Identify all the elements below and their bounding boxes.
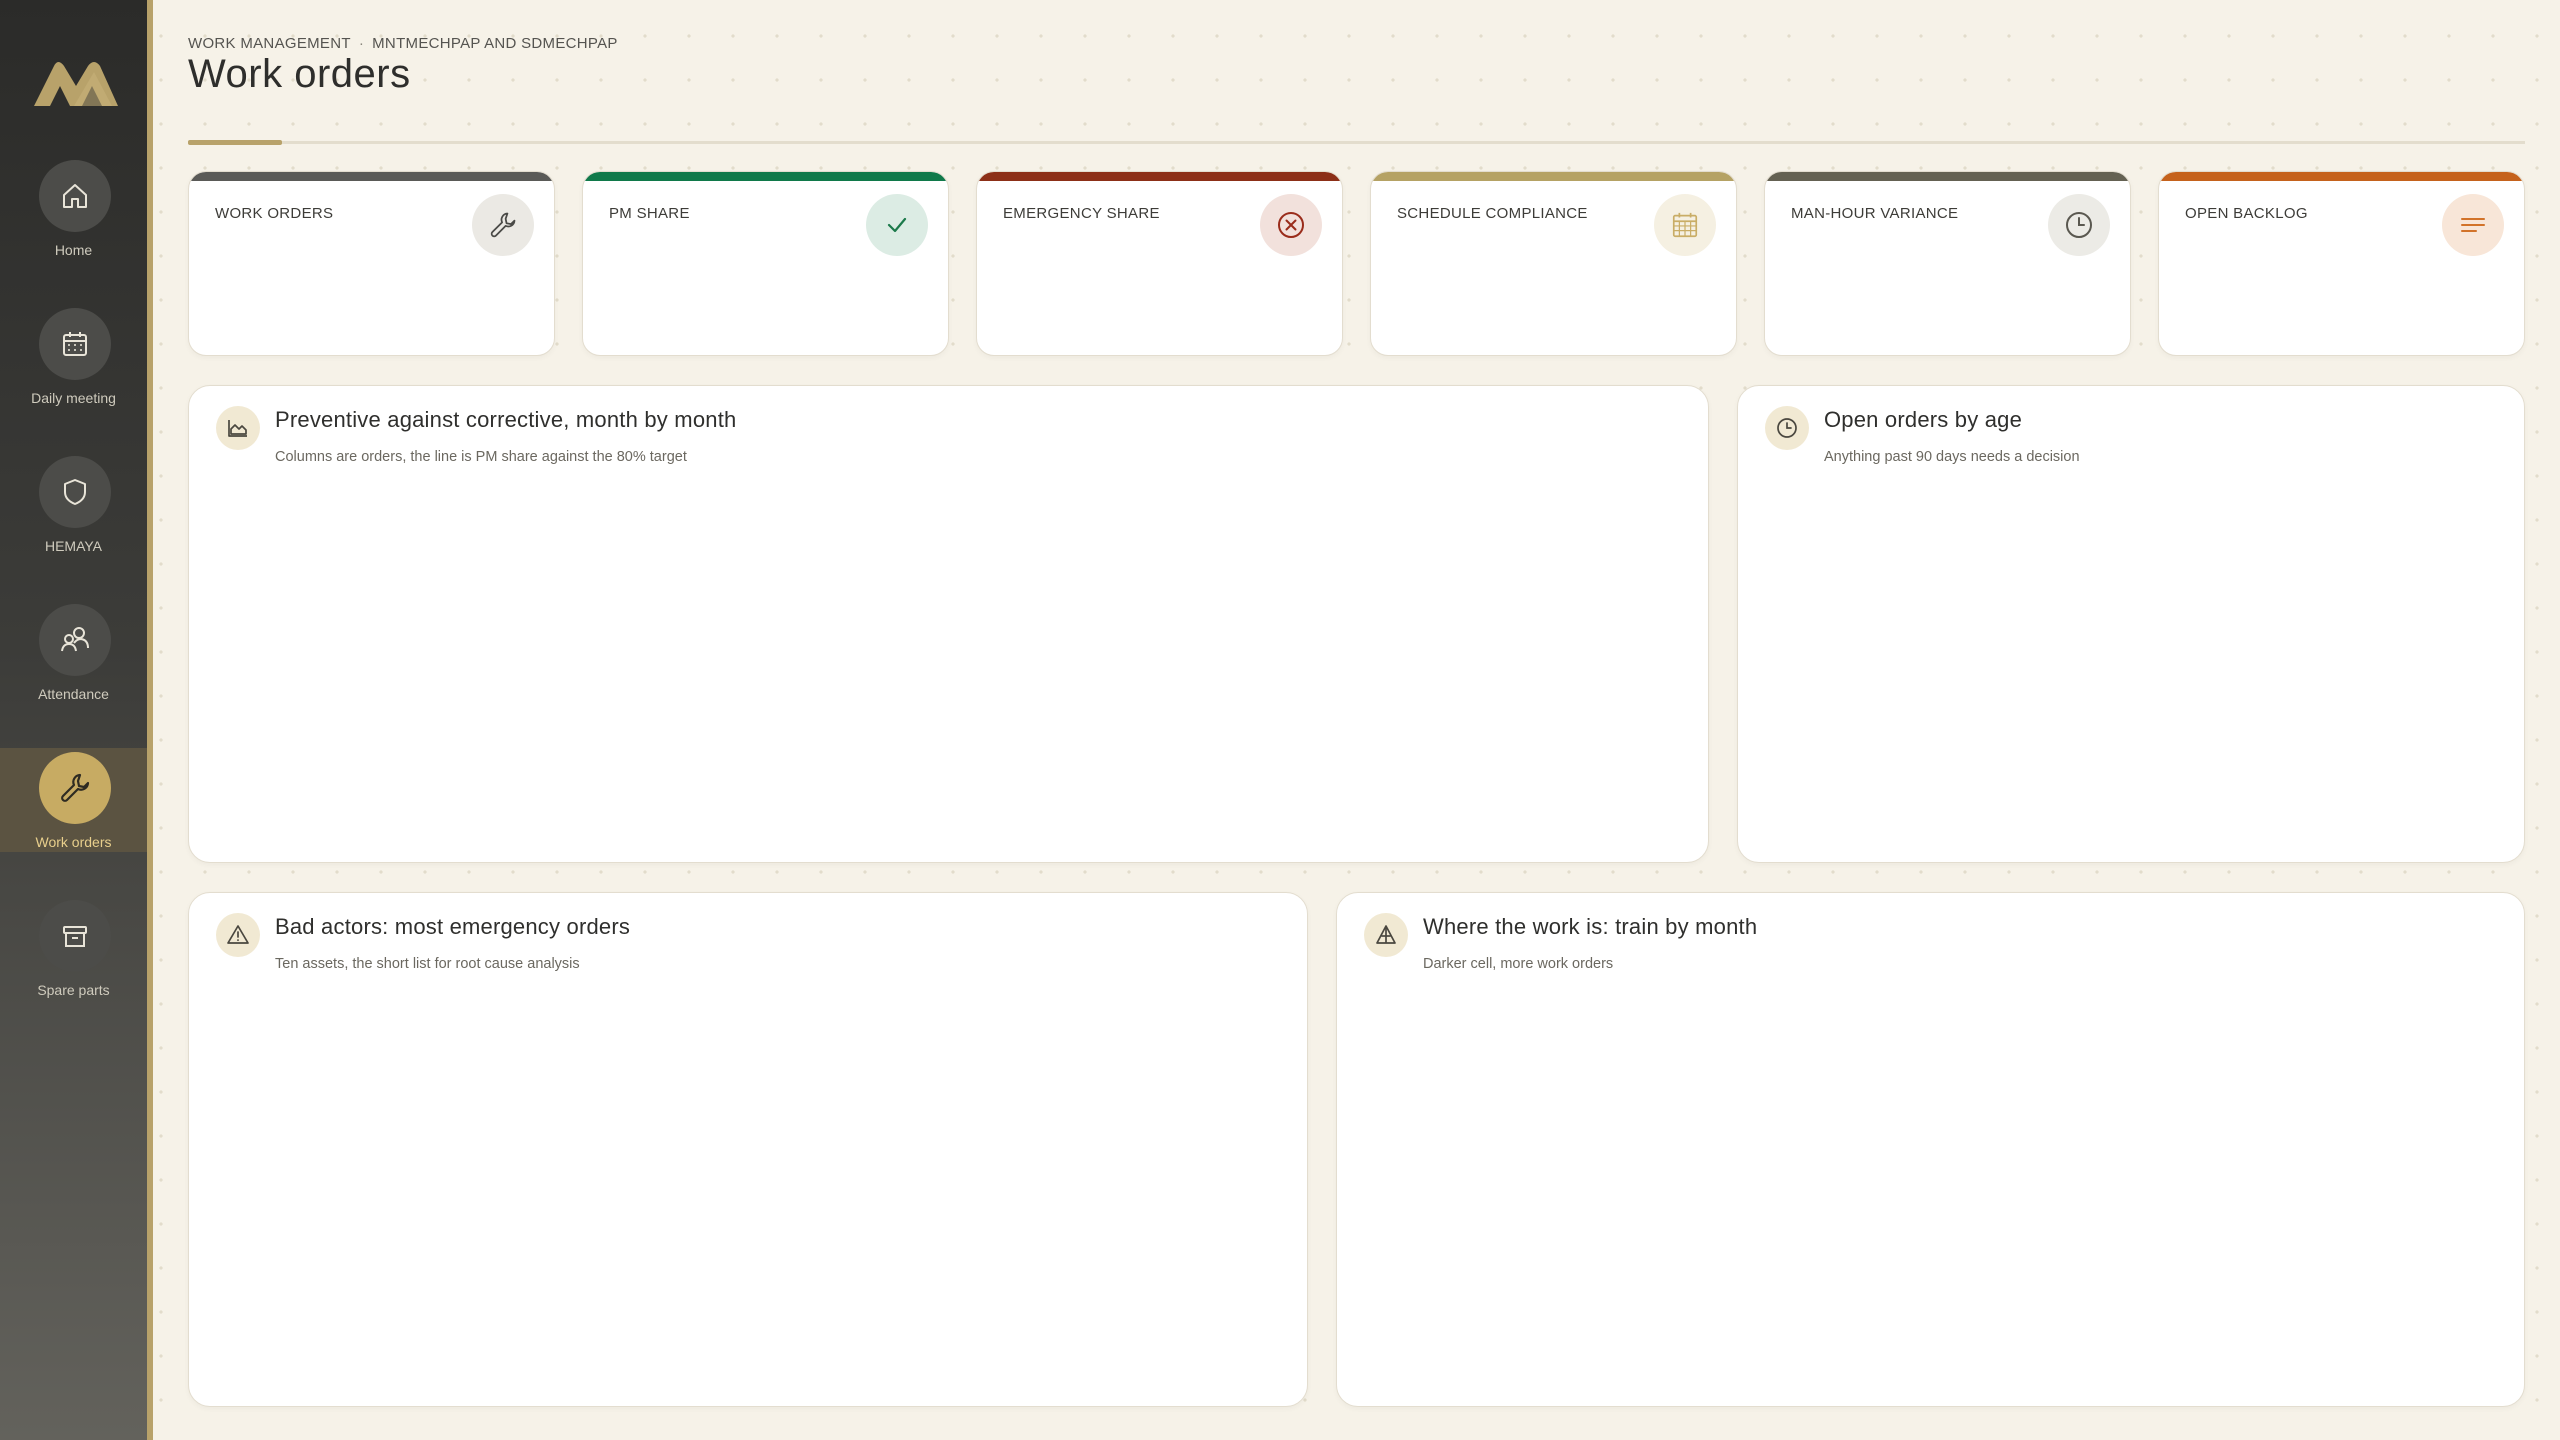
- main-content: WORK MANAGEMENT · MNTMECHPAP AND SDMECHPAP…: [153, 0, 2560, 1440]
- kpi-color-bar: [2159, 172, 2524, 181]
- shield-icon: [39, 456, 111, 528]
- panel-where-work-is: Where the work is: train by month Darker…: [1336, 892, 2525, 1407]
- sidebar-item-daily-meeting[interactable]: Daily meeting: [0, 308, 147, 412]
- panel-subtitle: Ten assets, the short list for root caus…: [275, 956, 580, 972]
- panel-subtitle: Darker cell, more work orders: [1423, 956, 1614, 972]
- sidebar-item-hemaya[interactable]: HEMAYA: [0, 456, 147, 560]
- kpi-color-bar: [1371, 172, 1736, 181]
- kpi-label: OPEN BACKLOG: [2185, 205, 2308, 222]
- clock-icon: [2048, 194, 2110, 256]
- kpi-label: SCHEDULE COMPLIANCE: [1397, 205, 1588, 222]
- panel-title: Where the work is: train by month: [1423, 914, 1758, 939]
- kpi-label: PM SHARE: [609, 205, 690, 222]
- kpi-card-schedule-compliance[interactable]: SCHEDULE COMPLIANCE: [1370, 171, 1737, 356]
- kpi-label: MAN-HOUR VARIANCE: [1791, 205, 1959, 222]
- kpi-card-work-orders[interactable]: WORK ORDERS: [188, 171, 555, 356]
- calendar-icon: [39, 308, 111, 380]
- breadcrumb-item[interactable]: WORK MANAGEMENT: [188, 35, 351, 52]
- kpi-card-man-hour-variance[interactable]: MAN-HOUR VARIANCE: [1764, 171, 2131, 356]
- pyramid-icon: [1364, 913, 1408, 957]
- breadcrumb-item[interactable]: MNTMECHPAP AND SDMECHPAP: [372, 35, 618, 52]
- people-icon: [39, 604, 111, 676]
- kpi-card-open-backlog[interactable]: OPEN BACKLOG: [2158, 171, 2525, 356]
- check-icon: [866, 194, 928, 256]
- panel-subtitle: Anything past 90 days needs a decision: [1824, 449, 2080, 465]
- sidebar-item-attendance[interactable]: Attendance: [0, 604, 147, 708]
- panel-title: Open orders by age: [1824, 407, 2023, 432]
- sidebar-item-label: Spare parts: [37, 982, 110, 998]
- panel-subtitle: Columns are orders, the line is PM share…: [275, 449, 687, 465]
- sidebar-item-spare-parts[interactable]: Spare parts: [0, 900, 147, 1004]
- kpi-color-bar: [583, 172, 948, 181]
- panel-open-orders-by-age: Open orders by age Anything past 90 days…: [1737, 385, 2525, 863]
- area-chart-icon: [216, 406, 260, 450]
- panel-bad-actors: Bad actors: most emergency orders Ten as…: [188, 892, 1308, 1407]
- sidebar-item-label: HEMAYA: [44, 538, 103, 554]
- breadcrumb: WORK MANAGEMENT · MNTMECHPAP AND SDMECHPAP: [188, 35, 618, 52]
- wrench-icon: [472, 194, 534, 256]
- sidebar-item-home[interactable]: Home: [0, 160, 147, 264]
- warning-icon: [216, 913, 260, 957]
- kpi-color-bar: [189, 172, 554, 181]
- sidebar-item-label: Attendance: [38, 686, 109, 702]
- company-logo[interactable]: [30, 52, 122, 112]
- box-icon: [39, 900, 111, 972]
- breadcrumb-separator: ·: [358, 35, 365, 52]
- panel-title: Bad actors: most emergency orders: [275, 914, 631, 939]
- panel-pm-vs-corrective: Preventive against corrective, month by …: [188, 385, 1709, 863]
- title-divider-accent: [188, 140, 282, 145]
- kpi-color-bar: [977, 172, 1342, 181]
- kpi-card-pm-share[interactable]: PM SHARE: [582, 171, 949, 356]
- kpi-color-bar: [1765, 172, 2130, 181]
- sidebar: Home Daily meeting HEMAYA Attendance Wor…: [0, 0, 147, 1440]
- lines-icon: [2442, 194, 2504, 256]
- sidebar-item-work-orders[interactable]: Work orders: [0, 748, 147, 852]
- sidebar-item-label: Home: [54, 242, 93, 258]
- x-circle-icon: [1260, 194, 1322, 256]
- kpi-label: EMERGENCY SHARE: [1003, 205, 1160, 222]
- calendar-icon: [1654, 194, 1716, 256]
- kpi-card-emergency-share[interactable]: EMERGENCY SHARE: [976, 171, 1343, 356]
- wrench-icon: [39, 752, 111, 824]
- sidebar-item-label: Work orders: [35, 834, 112, 850]
- sidebar-item-label: Daily meeting: [31, 390, 116, 406]
- kpi-row: WORK ORDERS PM SHARE EMERGENCY SHARE SCH…: [188, 171, 2525, 356]
- logo-mark: [34, 62, 118, 106]
- panel-title: Preventive against corrective, month by …: [275, 407, 737, 432]
- home-icon: [39, 160, 111, 232]
- clock-icon: [1765, 406, 1809, 450]
- title-divider: [188, 141, 2525, 144]
- page-title: Work orders: [188, 52, 411, 96]
- kpi-label: WORK ORDERS: [215, 205, 334, 222]
